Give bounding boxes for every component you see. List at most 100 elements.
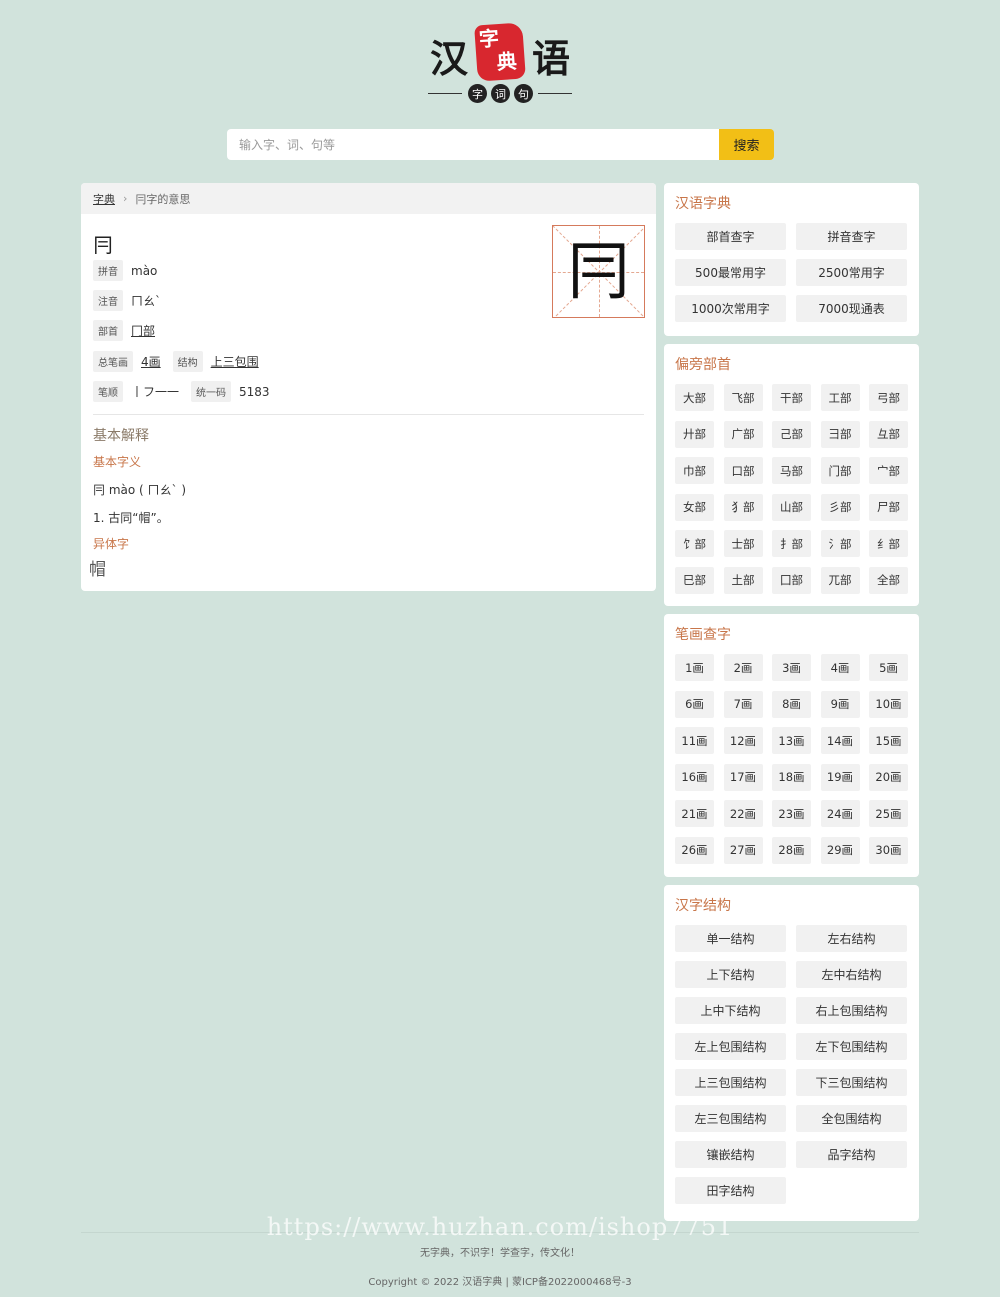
sidebar-link[interactable]: 25画 [869, 800, 908, 827]
sidebar-link[interactable]: 17画 [723, 763, 763, 791]
sidebar-link[interactable]: 口部 [723, 457, 763, 484]
sidebar-link[interactable]: 宀部 [869, 457, 908, 484]
sidebar-link[interactable]: 24画 [820, 800, 860, 827]
sidebar-link[interactable]: 广部 [723, 420, 763, 448]
sidebar-link[interactable]: 左上包围结构 [675, 1033, 786, 1060]
sidebar-link[interactable]: 3画 [772, 654, 811, 681]
sidebar-link[interactable]: 29画 [820, 836, 860, 864]
radical-link[interactable]: 冂部 [131, 322, 155, 339]
sidebar-link[interactable]: 飞部 [723, 384, 763, 411]
sidebar-link[interactable]: 部首查字 [675, 223, 786, 250]
sidebar-link[interactable]: 500最常用字 [675, 259, 786, 286]
search-input[interactable] [227, 129, 719, 160]
logo-circle: 句 [514, 84, 533, 103]
sidebar-link[interactable]: 工部 [820, 384, 860, 411]
sidebar-link[interactable]: 20画 [869, 763, 908, 791]
site-logo[interactable]: 汉 字 典 语 字 词 句 [426, 22, 576, 106]
sidebar-link[interactable]: 下三包围结构 [796, 1069, 907, 1096]
dictionary-links: 部首查字 拼音查字 500最常用字 2500常用字 1000次常用字 7000现通表 [675, 223, 908, 322]
sidebar-link[interactable]: 22画 [723, 800, 763, 827]
sidebar-link[interactable]: 犭部 [723, 493, 763, 521]
sidebar-link[interactable]: 6画 [675, 690, 714, 718]
sidebar-link[interactable]: 7000现通表 [796, 295, 907, 322]
sidebar-link[interactable]: 10画 [869, 690, 908, 718]
sidebar-link[interactable]: 饣部 [675, 530, 714, 557]
panel-title: 笔画查字 [675, 627, 731, 643]
strokes-link[interactable]: 4画 [141, 353, 161, 370]
sidebar-link[interactable]: 尸部 [869, 493, 908, 521]
sidebar-link[interactable]: 士部 [723, 530, 763, 557]
sidebar-link[interactable]: 左下包围结构 [796, 1033, 907, 1060]
sidebar-link[interactable]: 上中下结构 [675, 997, 786, 1024]
sidebar-link[interactable]: 巾部 [675, 457, 714, 484]
sidebar-link[interactable]: 土部 [723, 566, 763, 594]
sidebar-link[interactable]: 8画 [772, 690, 811, 718]
sidebar-link[interactable]: 27画 [723, 836, 763, 864]
sidebar-link[interactable]: 纟部 [869, 530, 908, 557]
sidebar-link[interactable]: 7画 [723, 690, 763, 718]
sidebar-link[interactable]: 品字结构 [796, 1141, 907, 1168]
sidebar-link[interactable]: 16画 [675, 763, 714, 791]
sidebar-link[interactable]: 19画 [820, 763, 860, 791]
sidebar-link[interactable]: 全包围结构 [796, 1105, 907, 1132]
sidebar-link[interactable]: 30画 [869, 836, 908, 864]
sidebar-link[interactable]: 兀部 [820, 566, 860, 594]
sidebar-link[interactable]: 11画 [675, 727, 714, 754]
sidebar-link[interactable]: 21画 [675, 800, 714, 827]
sidebar-link[interactable]: 廾部 [675, 420, 714, 448]
sidebar-link[interactable]: 左中右结构 [796, 961, 907, 988]
character-glyph: 冃 [566, 234, 631, 309]
structure-label: 结构 [172, 351, 203, 372]
sidebar-link[interactable]: 13画 [772, 727, 811, 754]
sidebar-link[interactable]: 囗部 [772, 566, 811, 594]
sidebar-link[interactable]: 拼音查字 [796, 223, 907, 250]
sidebar-link[interactable]: 镶嵌结构 [675, 1141, 786, 1168]
sidebar-link[interactable]: 右上包围结构 [796, 997, 907, 1024]
sidebar-link[interactable]: 9画 [820, 690, 860, 718]
structure-links: 单一结构 左右结构 上下结构 左中右结构 上中下结构 右上包围结构 左上包围结构 左下包围结构… [675, 925, 908, 1204]
sidebar-link[interactable]: 12画 [723, 727, 763, 754]
logo-seal: 字 典 [474, 22, 526, 82]
sidebar-link[interactable]: 18画 [772, 763, 811, 791]
sidebar-link[interactable]: 扌部 [772, 530, 811, 557]
section-divider [93, 414, 644, 415]
sidebar-link[interactable]: 5画 [869, 654, 908, 681]
basic-title: 基本解释 [93, 428, 149, 444]
sidebar-link[interactable]: 田字结构 [675, 1177, 786, 1204]
sidebar-link[interactable]: 门部 [820, 457, 860, 484]
sidebar-link[interactable]: 氵部 [820, 530, 860, 557]
breadcrumb-home-link[interactable]: 字典 [93, 191, 115, 207]
sidebar-link[interactable]: 14画 [820, 727, 860, 754]
sidebar-link[interactable]: 全部 [869, 566, 908, 594]
sidebar-link[interactable]: 4画 [820, 654, 860, 681]
sidebar-link[interactable]: 己部 [772, 420, 811, 448]
sidebar-link[interactable]: 彡部 [820, 493, 860, 521]
sidebar-link[interactable]: 山部 [772, 493, 811, 521]
sidebar-link[interactable]: 2500常用字 [796, 259, 907, 286]
sidebar-link[interactable]: 弓部 [869, 384, 908, 411]
breadcrumb-separator-icon: › [123, 192, 128, 205]
sidebar-link[interactable]: 2画 [723, 654, 763, 681]
sidebar-link[interactable]: 上下结构 [675, 961, 786, 988]
sidebar-link[interactable]: 彑部 [869, 420, 908, 448]
structure-link[interactable]: 上三包围 [211, 353, 259, 370]
sidebar-link[interactable]: 28画 [772, 836, 811, 864]
sidebar-link[interactable]: 大部 [675, 384, 714, 411]
sidebar-link[interactable]: 左三包围结构 [675, 1105, 786, 1132]
sidebar-link[interactable]: 26画 [675, 836, 714, 864]
sidebar-link[interactable]: 23画 [772, 800, 811, 827]
sidebar-link[interactable]: 1画 [675, 654, 714, 681]
sidebar-link[interactable]: 单一结构 [675, 925, 786, 952]
sidebar-link[interactable]: 1000次常用字 [675, 295, 786, 322]
sidebar-link[interactable]: 巳部 [675, 566, 714, 594]
sidebar-link[interactable]: 上三包围结构 [675, 1069, 786, 1096]
sidebar-link[interactable]: 干部 [772, 384, 811, 411]
strokes-label: 总笔画 [93, 351, 133, 372]
reading-line: 冃 mào ( ㄇㄠˋ ) [93, 483, 187, 497]
sidebar-link[interactable]: 女部 [675, 493, 714, 521]
search-button[interactable]: 搜索 [719, 129, 774, 160]
sidebar-link[interactable]: 彐部 [820, 420, 860, 448]
sidebar-link[interactable]: 马部 [772, 457, 811, 484]
sidebar-link[interactable]: 15画 [869, 727, 908, 754]
sidebar-link[interactable]: 左右结构 [796, 925, 907, 952]
